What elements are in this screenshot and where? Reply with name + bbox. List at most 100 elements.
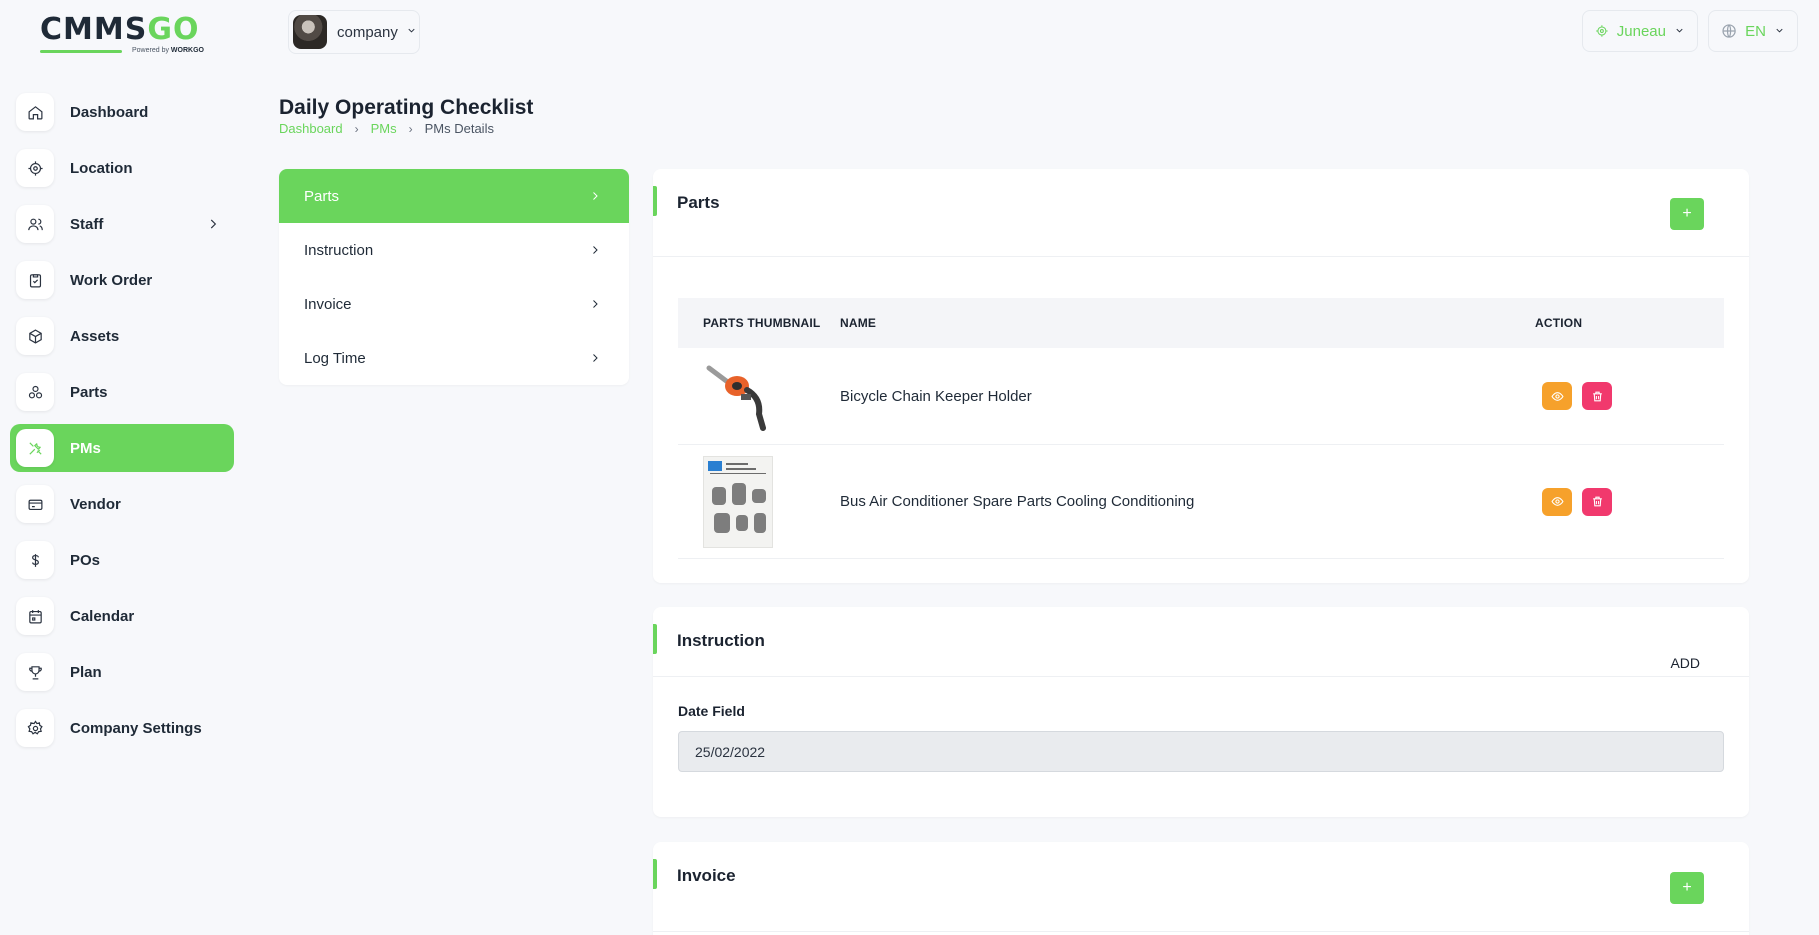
details-tab-menu: Parts Instruction Invoice Log Time <box>279 169 629 385</box>
column-header: NAME <box>840 316 877 330</box>
sidebar-item-label: Calendar <box>70 607 135 625</box>
page-title: Daily Operating Checklist <box>279 96 534 119</box>
tab-label: Instruction <box>304 241 374 259</box>
chevron-right-icon <box>593 354 598 362</box>
sidebar-item-dashboard[interactable]: Dashboard <box>10 88 234 136</box>
part-name: Bicycle Chain Keeper Holder <box>840 387 1032 405</box>
accent-bar <box>653 186 657 216</box>
home-icon <box>16 93 54 131</box>
sidebar-item-label: Staff <box>70 215 104 233</box>
sidebar: CMMSGO Powered by WORKGO Dashboard Locat… <box>0 0 245 935</box>
delete-button[interactable] <box>1582 487 1612 516</box>
part-thumbnail <box>678 455 816 548</box>
globe-icon <box>1722 24 1736 38</box>
sidebar-item-staff[interactable]: Staff <box>10 200 234 248</box>
date-field-label: Date Field <box>678 703 745 719</box>
sidebar-item-pms[interactable]: PMs <box>10 424 234 472</box>
sidebar-item-work-order[interactable]: Work Order <box>10 256 234 304</box>
trophy-icon <box>16 653 54 691</box>
add-instruction-button[interactable]: ADD <box>1670 655 1700 671</box>
sidebar-item-label: Assets <box>70 327 120 345</box>
chevron-right-icon[interactable] <box>206 217 220 231</box>
sidebar-item-label: Plan <box>70 663 102 681</box>
sidebar-item-assets[interactable]: Assets <box>10 312 234 360</box>
table-row: Bicycle Chain Keeper Holder <box>678 348 1724 445</box>
delete-button[interactable] <box>1582 382 1612 410</box>
invoice-card: Invoice + <box>653 842 1749 935</box>
sidebar-item-location[interactable]: Location <box>10 144 234 192</box>
trash-icon <box>1592 496 1602 507</box>
clipboard-icon <box>16 261 54 299</box>
location-target-icon <box>1596 25 1608 37</box>
location-label: Juneau <box>1616 22 1666 40</box>
sidebar-item-parts[interactable]: Parts <box>10 368 234 416</box>
gear-icon <box>16 709 54 747</box>
sidebar-item-plan[interactable]: Plan <box>10 648 234 696</box>
card-header: Invoice + <box>653 842 1749 932</box>
view-button[interactable] <box>1542 382 1572 410</box>
breadcrumb-pms[interactable]: PMs <box>371 121 397 136</box>
chevron-down-icon <box>406 23 417 41</box>
ac-parts-image <box>703 455 773 548</box>
view-button[interactable] <box>1542 487 1572 516</box>
eye-icon <box>1550 391 1564 401</box>
sidebar-item-calendar[interactable]: Calendar <box>10 592 234 640</box>
sidebar-item-vendor[interactable]: Vendor <box>10 480 234 528</box>
logo-wordmark: CMMSGO <box>40 12 200 47</box>
tools-icon <box>16 429 54 467</box>
tab-label: Invoice <box>304 295 352 313</box>
dollar-icon <box>16 541 54 579</box>
company-switcher[interactable]: company <box>288 10 420 54</box>
chevron-right-icon <box>593 192 598 200</box>
tab-invoice[interactable]: Invoice <box>279 277 629 331</box>
card-header: Parts + <box>653 169 1749 257</box>
card-title: Instruction <box>677 631 765 650</box>
eye-icon <box>1550 497 1564 506</box>
parts-table: PARTS THUMBNAIL NAME ACTION Bicycle Chai… <box>678 298 1724 559</box>
sidebar-item-company-settings[interactable]: Company Settings <box>10 704 234 752</box>
parts-icon <box>16 373 54 411</box>
box-icon <box>16 317 54 355</box>
breadcrumb-dashboard[interactable]: Dashboard <box>279 121 343 136</box>
tab-log-time[interactable]: Log Time <box>279 331 629 385</box>
brand-logo[interactable]: CMMSGO Powered by WORKGO <box>40 14 210 60</box>
sidebar-item-label: Parts <box>70 383 108 401</box>
sidebar-nav: Dashboard Location Staff Work Order Asse… <box>10 88 234 760</box>
sidebar-item-label: Dashboard <box>70 103 149 121</box>
tab-instruction[interactable]: Instruction <box>279 223 629 277</box>
tab-parts[interactable]: Parts <box>279 169 629 223</box>
breadcrumb-current: PMs Details <box>424 121 494 136</box>
sidebar-item-pos[interactable]: POs <box>10 536 234 584</box>
card-header: Instruction ADD <box>653 607 1749 677</box>
location-selector[interactable]: Juneau <box>1582 10 1698 52</box>
parts-card: Parts + PARTS THUMBNAIL NAME ACTION Bicy… <box>653 169 1749 583</box>
location-icon <box>16 149 54 187</box>
chain-keeper-image <box>703 358 775 434</box>
calendar-icon <box>16 597 54 635</box>
sidebar-item-label: Location <box>70 159 133 177</box>
logo-underline <box>40 50 122 53</box>
language-selector[interactable]: EN <box>1708 10 1798 52</box>
chevron-right-icon <box>593 300 598 308</box>
language-label: EN <box>1745 22 1766 40</box>
column-header: ACTION <box>1535 316 1583 330</box>
date-field[interactable] <box>678 731 1724 772</box>
row-actions <box>1499 382 1612 410</box>
card-title: Invoice <box>677 866 736 885</box>
column-header: PARTS THUMBNAIL <box>703 316 821 330</box>
table-row: Bus Air Conditioner Spare Parts Cooling … <box>678 445 1724 559</box>
card-title: Parts <box>677 193 720 212</box>
chevron-down-icon <box>1674 23 1685 40</box>
add-invoice-button[interactable]: + <box>1670 872 1704 904</box>
accent-bar <box>653 859 657 889</box>
accent-bar <box>653 624 657 654</box>
part-name: Bus Air Conditioner Spare Parts Cooling … <box>840 493 1195 510</box>
users-icon <box>16 205 54 243</box>
logo-powered-by: Powered by WORKGO <box>132 47 204 54</box>
add-part-button[interactable]: + <box>1670 198 1704 230</box>
company-name: company <box>337 23 398 41</box>
sidebar-item-label: Company Settings <box>70 719 202 737</box>
row-actions <box>1499 487 1612 516</box>
breadcrumb: Dashboard › PMs › PMs Details <box>279 121 494 136</box>
avatar <box>293 15 327 49</box>
